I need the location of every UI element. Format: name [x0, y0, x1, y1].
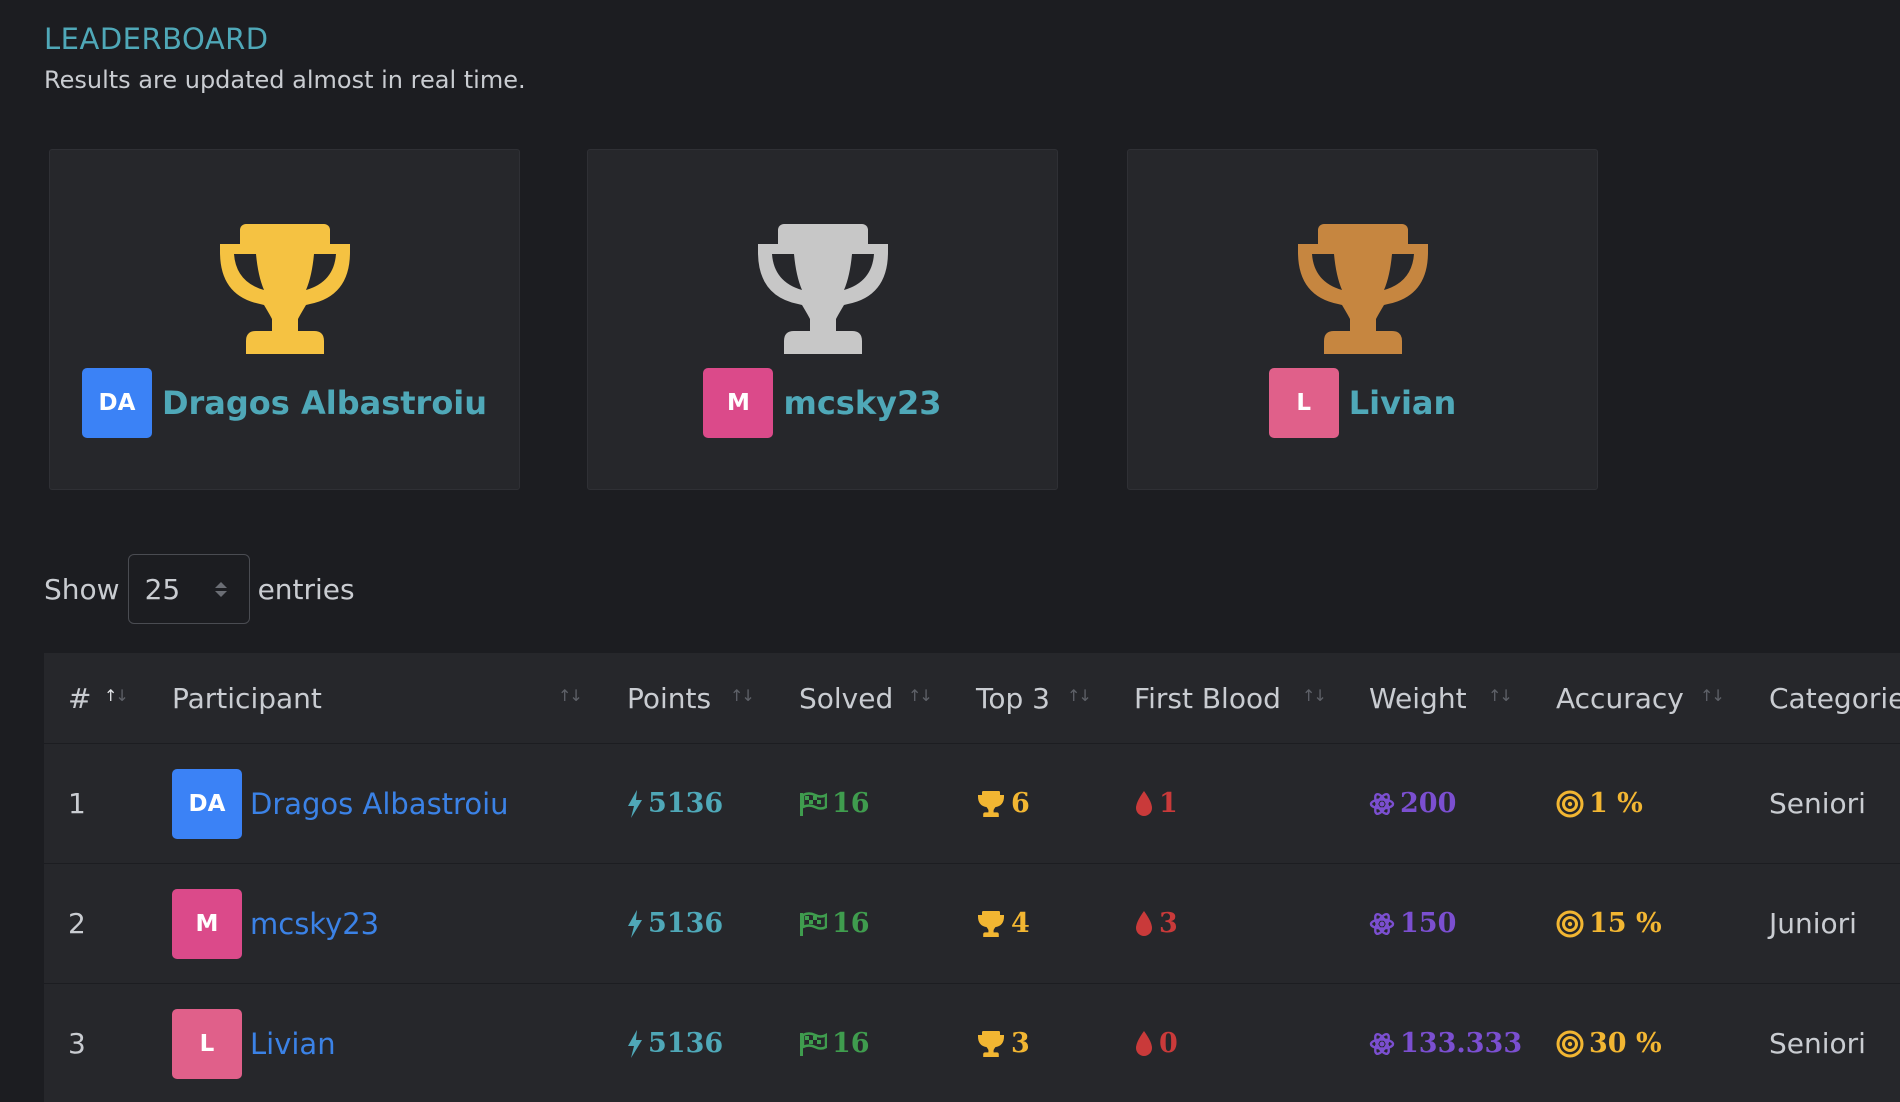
entries-length-control: Show 25 entries [44, 554, 355, 624]
first-blood-cell: 0 [1134, 984, 1178, 1102]
points-cell: 5136 [627, 984, 723, 1102]
target-icon [1556, 1030, 1584, 1057]
table-row: 1 DA Dragos Albastroiu 5136 16 6 1 200 1… [44, 744, 1900, 864]
avatar: L [172, 1008, 242, 1079]
gold-trophy-icon [219, 224, 350, 354]
podium-participant: L Livian [1128, 368, 1597, 438]
podium-name[interactable]: Dragos Albastroiu [162, 384, 487, 422]
column-header-solved[interactable]: Solved [799, 653, 893, 743]
weight-cell: 200 [1369, 744, 1456, 863]
participant-cell: M mcsky23 [172, 864, 379, 983]
top3-cell: 6 [976, 744, 1030, 863]
top3-cell: 3 [976, 984, 1030, 1102]
bolt-icon [628, 909, 642, 938]
column-header-top3[interactable]: Top 3 [976, 653, 1050, 743]
column-header-first-blood[interactable]: First Blood [1134, 653, 1281, 743]
sort-icon[interactable]: ↑↓ [730, 686, 755, 705]
sort-icon[interactable]: ↑↓ [1302, 686, 1327, 705]
rank-cell: 2 [68, 907, 86, 940]
checkered-flag-icon [800, 911, 827, 936]
bolt-icon [628, 1029, 642, 1058]
participant-link[interactable]: Livian [250, 1027, 336, 1061]
column-header-participant[interactable]: Participant [172, 653, 322, 743]
leaderboard-page: LEADERBOARD Results are updated almost i… [0, 0, 1900, 1102]
column-header-category[interactable]: Categorie [1769, 653, 1900, 743]
bronze-trophy-icon [1297, 224, 1428, 354]
solved-cell: 16 [799, 984, 870, 1102]
trophy-icon [978, 790, 1004, 817]
top3-cell: 4 [976, 864, 1030, 983]
category-cell: Juniori [1769, 907, 1857, 940]
points-cell: 5136 [627, 744, 723, 863]
sort-icon[interactable]: ↑↓ [558, 686, 583, 705]
table-header: # ↑↓ Participant ↑↓ Points ↑↓ Solved ↑↓ … [44, 653, 1900, 744]
accuracy-cell: 15 % [1556, 864, 1662, 983]
column-header-accuracy[interactable]: Accuracy [1556, 653, 1684, 743]
sort-icon[interactable]: ↑↓ [1067, 686, 1092, 705]
podium-card-third: L Livian [1127, 149, 1598, 490]
entries-select-value: 25 [144, 572, 181, 606]
page-subtitle: Results are updated almost in real time. [44, 66, 526, 94]
podium-card-second: M mcsky23 [587, 149, 1058, 490]
podium-participant: M mcsky23 [588, 368, 1057, 438]
solved-cell: 16 [799, 744, 870, 863]
entries-label: entries [257, 572, 355, 606]
podium-name[interactable]: mcsky23 [783, 384, 941, 422]
checkered-flag-icon [800, 1031, 827, 1056]
select-arrows-icon [214, 581, 227, 597]
avatar: L [1268, 368, 1339, 438]
participant-link[interactable]: mcsky23 [250, 907, 379, 941]
sort-icon[interactable]: ↑↓ [1488, 686, 1513, 705]
first-blood-cell: 1 [1134, 744, 1178, 863]
accuracy-cell: 1 % [1556, 744, 1643, 863]
entries-select[interactable]: 25 [127, 554, 250, 624]
column-header-rank[interactable]: # [68, 653, 91, 743]
table-row: 3 L Livian 5136 16 3 0 133.333 30 % Seni… [44, 984, 1900, 1102]
atom-icon [1369, 792, 1395, 815]
bolt-icon [628, 789, 642, 818]
rank-cell: 3 [68, 1027, 86, 1060]
podium-name[interactable]: Livian [1349, 384, 1457, 422]
target-icon [1556, 910, 1584, 937]
category-cell: Seniori [1769, 1027, 1866, 1060]
atom-icon [1369, 1032, 1395, 1055]
points-cell: 5136 [627, 864, 723, 983]
avatar: DA [81, 368, 152, 438]
sort-icon[interactable]: ↑↓ [1700, 686, 1725, 705]
trophy-icon [978, 910, 1004, 937]
participant-cell: L Livian [172, 984, 336, 1102]
blood-drop-icon [1136, 910, 1152, 936]
podium-participant: DA Dragos Albastroiu [50, 368, 519, 438]
avatar: DA [172, 768, 242, 839]
silver-trophy-icon [757, 224, 888, 354]
weight-cell: 150 [1369, 864, 1456, 983]
participant-link[interactable]: Dragos Albastroiu [250, 787, 509, 821]
show-label: Show [44, 572, 120, 606]
accuracy-cell: 30 % [1556, 984, 1662, 1102]
table-row: 2 M mcsky23 5136 16 4 3 150 15 % Juniori [44, 864, 1900, 984]
podium-card-first: DA Dragos Albastroiu [49, 149, 520, 490]
rank-cell: 1 [68, 787, 86, 820]
column-header-points[interactable]: Points [627, 653, 711, 743]
blood-drop-icon [1136, 790, 1152, 816]
target-icon [1556, 790, 1584, 817]
sort-icon[interactable]: ↑↓ [104, 686, 129, 705]
sort-icon[interactable]: ↑↓ [908, 686, 933, 705]
atom-icon [1369, 912, 1395, 935]
column-header-weight[interactable]: Weight [1369, 653, 1467, 743]
checkered-flag-icon [800, 791, 827, 816]
trophy-icon [978, 1030, 1004, 1057]
leaderboard-table: # ↑↓ Participant ↑↓ Points ↑↓ Solved ↑↓ … [44, 653, 1900, 1102]
first-blood-cell: 3 [1134, 864, 1178, 983]
category-cell: Seniori [1769, 787, 1866, 820]
blood-drop-icon [1136, 1030, 1152, 1056]
weight-cell: 133.333 [1369, 984, 1522, 1102]
participant-cell: DA Dragos Albastroiu [172, 744, 509, 863]
avatar: M [172, 888, 242, 959]
avatar: M [703, 368, 774, 438]
solved-cell: 16 [799, 864, 870, 983]
page-title: LEADERBOARD [44, 22, 269, 56]
